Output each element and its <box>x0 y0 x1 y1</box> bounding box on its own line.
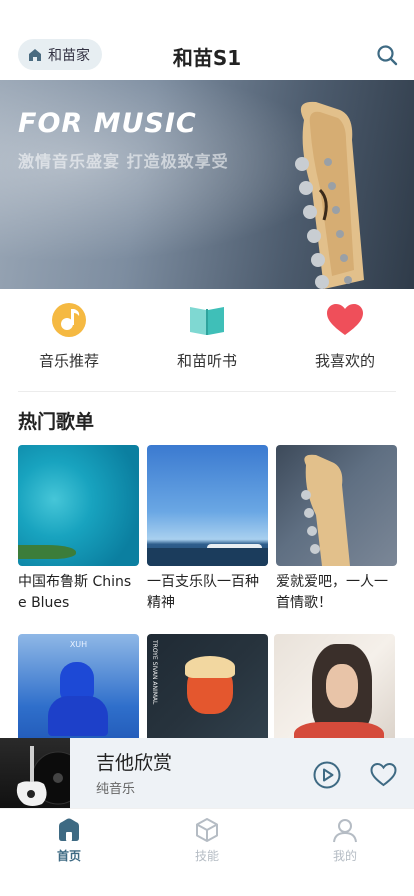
player-album-art <box>0 738 70 808</box>
cover-face-shape <box>326 664 358 708</box>
bottom-tab-bar: 首页 技能 我的 <box>0 808 414 896</box>
cover-wave-shape <box>147 548 268 566</box>
playlist-cover <box>147 445 268 566</box>
app-header: 和苗家 和苗S1 <box>0 0 414 80</box>
open-book-icon <box>187 300 227 340</box>
quick-menu: 音乐推荐 和苗听书 我喜欢的 <box>0 300 414 380</box>
page-title: 和苗S1 <box>172 46 242 70</box>
playlist-title: 一百支乐队一百种精神 <box>147 574 259 611</box>
tab-skills[interactable]: 技能 <box>138 809 276 896</box>
playlist-cover: TROYE SIVAN ANIMAL <box>147 634 268 755</box>
cover-guitar-image <box>301 454 350 566</box>
cube-icon <box>196 818 218 842</box>
heart-icon <box>325 300 365 340</box>
home-icon <box>59 818 79 841</box>
play-button-icon[interactable] <box>313 761 341 789</box>
music-disc-icon <box>49 300 89 340</box>
playlist-card[interactable]: 中国布鲁斯 Chinse Blues <box>18 445 139 614</box>
playlist-card[interactable]: 爱就爱吧，一人一首情歌！ <box>276 445 397 614</box>
quick-label: 和苗听书 <box>176 352 237 370</box>
playlist-cover <box>276 445 397 566</box>
quick-item-audiobook[interactable]: 和苗听书 <box>138 300 276 380</box>
playlist-title: 中国布鲁斯 Chinse Blues <box>18 574 132 611</box>
playlist-cover: XUH <box>18 634 139 755</box>
playlist-cover <box>18 445 139 566</box>
cover-text: XUH <box>69 640 88 649</box>
cover-hair-shape <box>185 656 235 678</box>
cover-text: TROYE SIVAN ANIMAL <box>151 640 158 705</box>
quick-item-my-favorites[interactable]: 我喜欢的 <box>276 300 414 380</box>
player-track-title: 吉他欣赏 <box>96 752 173 774</box>
section-title-hot-playlists: 热门歌单 <box>18 411 95 433</box>
quick-item-music-recommend[interactable]: 音乐推荐 <box>0 300 138 380</box>
banner-subtitle: 激情音乐盛宴 打造极致享受 <box>18 152 229 171</box>
tab-mine[interactable]: 我的 <box>276 809 414 896</box>
quick-label: 音乐推荐 <box>38 352 99 370</box>
like-heart-icon[interactable] <box>370 762 397 788</box>
quick-label: 我喜欢的 <box>314 352 375 370</box>
playlist-card[interactable]: 一百支乐队一百种精神 <box>147 445 268 614</box>
tab-label: 首页 <box>56 849 81 863</box>
player-track-subtitle: 纯音乐 <box>96 782 136 797</box>
cover-island-shape <box>18 545 76 559</box>
hero-banner[interactable]: FOR MUSIC 激情音乐盛宴 打造极致享受 <box>0 80 414 289</box>
banner-title: FOR MUSIC <box>18 108 197 139</box>
tab-label: 我的 <box>332 849 357 863</box>
mini-player[interactable]: 吉他欣赏 纯音乐 <box>0 738 414 808</box>
section-divider <box>18 391 396 392</box>
cover-figure-body-shape <box>48 696 108 736</box>
playlist-cover <box>274 634 395 755</box>
guitar-headstock-image <box>295 101 364 289</box>
tab-label: 技能 <box>194 849 219 863</box>
search-icon[interactable] <box>376 44 398 66</box>
playlist-title: 爱就爱吧，一人一首情歌！ <box>276 574 388 611</box>
user-icon <box>333 819 357 843</box>
tab-home[interactable]: 首页 <box>0 809 138 896</box>
